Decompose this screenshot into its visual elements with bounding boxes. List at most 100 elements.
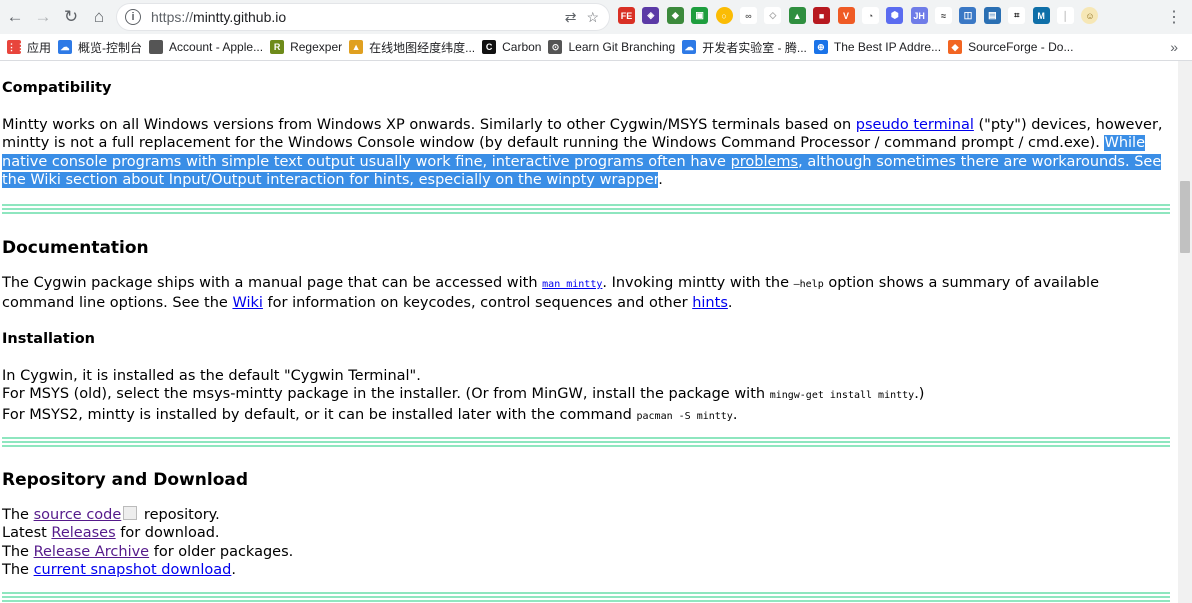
install-msys-text: For MSYS (old), select the msys-mintty p… — [2, 386, 770, 403]
install-cygwin-line: In Cygwin, it is installed as the defaul… — [2, 368, 421, 384]
pacman-code: pacman -S mintty — [636, 410, 733, 422]
bookmark-item[interactable]: C Carbon — [482, 40, 541, 54]
url-scheme: https:// — [151, 9, 194, 25]
home-icon[interactable]: ⌂ — [86, 4, 112, 30]
install-msys2-end: . — [732, 406, 738, 423]
bookmark-item[interactable]: ⊕ The Best IP Addre... — [813, 40, 941, 54]
chrome-colors-extension-icon[interactable]: ○ — [715, 7, 733, 24]
install-msys2-text: For MSYS2, mintty is installed by defaul… — [2, 406, 637, 423]
m-extension-icon[interactable]: M — [1032, 7, 1050, 24]
profile-avatar-icon[interactable]: ☺ — [1081, 7, 1099, 24]
map-icon: ▲ — [349, 40, 364, 54]
shield-extension-icon[interactable]: ◇ — [764, 7, 782, 24]
bookmark-label: 开发者实验室 - 腾... — [702, 40, 807, 55]
release-archive-line: The Release Archive for older packages. — [2, 543, 1172, 561]
bookmark-item[interactable]: ◆ SourceForge - Do... — [948, 40, 1073, 54]
android-extension-icon[interactable]: ▲ — [788, 7, 806, 24]
translate-icon[interactable]: ⇄ — [565, 9, 577, 26]
bookmark-item[interactable]: ☁ 概览-控制台 — [58, 39, 142, 56]
bookmark-item[interactable]: Account - Apple... — [149, 40, 263, 54]
bookmark-item[interactable]: ☁ 开发者实验室 - 腾... — [682, 39, 807, 56]
problems-link[interactable]: problems — [730, 153, 799, 170]
green-square-extension-icon[interactable]: ▣ — [691, 7, 709, 24]
reload-icon[interactable]: ↻ — [58, 4, 84, 30]
docs-text-2: . Invoking mintty with the — [602, 275, 794, 291]
puzzle-extension-icon[interactable]: ◆ — [666, 7, 684, 24]
compatibility-paragraph: Mintty works on all Windows versions fro… — [2, 116, 1172, 189]
repo-text-3b: for older packages. — [149, 543, 294, 560]
chart-extension-icon[interactable]: ≈ — [935, 7, 953, 24]
bookmark-star-icon[interactable]: ☆ — [586, 9, 599, 26]
compat-text-1: Mintty works on all Windows versions fro… — [2, 117, 856, 133]
hints-link[interactable]: hints — [692, 295, 728, 311]
hexagon-extension-icon[interactable]: ⬢ — [886, 7, 904, 24]
bookmark-item[interactable]: ⊙ Learn Git Branching — [548, 40, 675, 54]
git-icon: ⊙ — [548, 40, 563, 54]
repo-text-3: The — [2, 543, 34, 560]
compat-text-end: . — [658, 171, 663, 188]
vertical-scrollbar[interactable] — [1178, 61, 1192, 603]
releases-link[interactable]: Releases — [51, 525, 115, 541]
url-text[interactable]: https://mintty.github.io — [151, 9, 565, 25]
repository-text: The source code repository. Latest Relea… — [2, 506, 1172, 579]
bookmark-label: 应用 — [27, 40, 52, 55]
repository-heading: Repository and Download — [2, 470, 249, 490]
sourceforge-icon: ◆ — [948, 40, 963, 54]
visual-studio-extension-icon[interactable]: ◈ — [642, 7, 660, 24]
browser-toolbar: ← → ↻ ⌂ i https://mintty.github.io ⇄ ☆ F… — [0, 0, 1192, 34]
back-arrow-icon[interactable]: ← — [2, 4, 28, 30]
bookmark-label: Account - Apple... — [169, 40, 264, 54]
address-bar[interactable]: i https://mintty.github.io ⇄ ☆ — [117, 4, 609, 30]
crop-extension-icon[interactable]: ⌗ — [1008, 7, 1026, 24]
release-archive-link[interactable]: Release Archive — [34, 544, 150, 560]
bookmark-label: 在线地图经度纬度... — [369, 40, 476, 55]
bookmark-item[interactable]: ⋮⋮ 应用 — [7, 39, 51, 56]
vertical-separator-icon: │ — [1057, 7, 1075, 24]
red-book-extension-icon[interactable]: ■ — [813, 7, 831, 24]
apps-grid-icon: ⋮⋮ — [7, 40, 25, 54]
broken-image-icon — [123, 506, 138, 520]
infinity-extension-icon[interactable]: ∞ — [739, 7, 757, 24]
bookmark-item[interactable]: ▲ 在线地图经度纬度... — [349, 39, 475, 56]
snapshot-line: The current snapshot download. — [2, 561, 1172, 579]
regexper-icon: R — [270, 40, 285, 54]
cloud-icon: ☁ — [682, 40, 697, 54]
installation-text: In Cygwin, it is installed as the defaul… — [2, 367, 1172, 426]
browser-menu-icon[interactable]: ⋮ — [1166, 7, 1182, 27]
speedometer-extension-icon[interactable]: ◔ — [861, 7, 879, 24]
page-content: Compatibility Mintty works on all Window… — [0, 61, 1178, 603]
cloud-icon: ☁ — [58, 40, 73, 54]
wiki-link[interactable]: Wiki — [232, 295, 262, 311]
repo-text-1: The — [2, 507, 34, 523]
help-option-code: —help — [793, 279, 824, 290]
man-mintty-link[interactable]: man mintty — [542, 275, 602, 291]
repo-text-2: Latest — [2, 525, 52, 542]
pseudo-terminal-link[interactable]: pseudo terminal — [856, 117, 974, 133]
man-mintty-code: man mintty — [542, 279, 603, 290]
bookmark-label: Carbon — [502, 40, 542, 54]
source-code-link[interactable]: source code — [34, 507, 122, 523]
horizontal-rule — [2, 204, 1170, 214]
apple-icon — [149, 40, 164, 54]
site-info-icon[interactable]: i — [125, 9, 141, 25]
documentation-paragraph: The Cygwin package ships with a manual p… — [2, 274, 1172, 313]
screenshot-extension-icon[interactable]: ◫ — [959, 7, 977, 24]
compatibility-heading: Compatibility — [2, 80, 112, 96]
vz-extension-icon[interactable]: V — [837, 7, 855, 24]
documentation-heading: Documentation — [2, 238, 149, 258]
extensions-area: FE ◈ ◆ ▣ ○ ∞ ◇ ▲ ■ V ◔ ⬢ JH ≈ ◫ ▤ ⌗ M │ … — [618, 7, 1106, 24]
more-bookmarks-icon[interactable]: » — [1170, 39, 1178, 55]
snapshot-download-link[interactable]: current snapshot download — [34, 562, 232, 578]
bookmark-label: Regexper — [290, 40, 343, 54]
install-msys2-line: For MSYS2, mintty is installed by defaul… — [2, 406, 1172, 426]
forward-arrow-icon[interactable]: → — [30, 4, 56, 30]
install-msys-line: For MSYS (old), select the msys-mintty p… — [2, 385, 1172, 405]
window-extension-icon[interactable]: ▤ — [983, 7, 1001, 24]
bookmark-item[interactable]: R Regexper — [270, 40, 342, 54]
fe-helper-extension-icon[interactable]: FE — [618, 7, 635, 24]
bookmarks-bar: ⋮⋮ 应用 ☁ 概览-控制台 Account - Apple... R Regexper ▲ 在… — [0, 34, 1192, 61]
releases-line: Latest Releases for download. — [2, 524, 1172, 542]
scrollbar-thumb[interactable] — [1180, 181, 1190, 253]
ip-icon: ⊕ — [813, 40, 828, 54]
jh-extension-icon[interactable]: JH — [910, 7, 928, 24]
